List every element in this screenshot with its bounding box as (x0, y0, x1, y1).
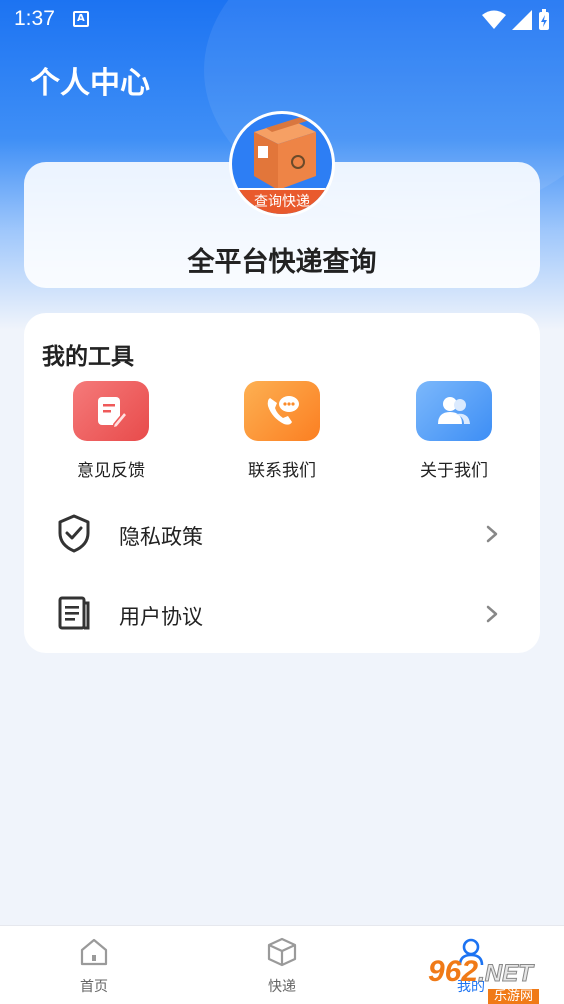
battery-icon (539, 9, 549, 30)
tools-card: 我的工具 意见反馈 联系我们 关于我们 隐私政策 用户协议 (24, 313, 540, 653)
feedback-label: 意见反馈 (77, 461, 145, 481)
notification-icon: A (72, 11, 89, 27)
tab-express[interactable]: 快递 (232, 936, 332, 996)
document-icon (58, 596, 90, 630)
page-title: 个人中心 (30, 66, 150, 101)
status-time: 1:37 (14, 7, 55, 30)
privacy-policy-label: 隐私政策 (119, 525, 203, 549)
phone-chat-icon (244, 381, 320, 441)
status-bar: 1:37 A (0, 0, 564, 38)
logo-banner-text: 查询快递 (232, 188, 332, 214)
app-logo: 查询快递 (229, 111, 335, 217)
chevron-right-icon (486, 525, 498, 543)
box-icon (267, 937, 297, 967)
shield-check-icon (58, 514, 90, 553)
signal-icon (512, 10, 532, 30)
watermark-brand: 962 (428, 955, 479, 988)
feedback-button[interactable]: 意见反馈 (51, 381, 171, 481)
contact-us-button[interactable]: 联系我们 (222, 381, 342, 481)
home-icon (80, 938, 108, 966)
watermark-suffix: .NET (478, 960, 534, 988)
chevron-right-icon (486, 605, 498, 623)
feedback-icon (73, 381, 149, 441)
tab-express-label: 快递 (268, 979, 296, 995)
tab-home[interactable]: 首页 (44, 936, 144, 996)
tools-section-title: 我的工具 (42, 344, 134, 370)
site-watermark: 962.NET 乐游网 (428, 955, 564, 1004)
watermark-caption: 乐游网 (488, 989, 540, 1004)
about-us-button[interactable]: 关于我们 (394, 381, 514, 481)
privacy-policy-row[interactable]: 隐私政策 (24, 493, 540, 573)
contact-us-label: 联系我们 (248, 461, 316, 481)
user-agreement-label: 用户协议 (119, 605, 203, 629)
app-name: 全平台快递查询 (187, 247, 377, 278)
people-icon (416, 381, 492, 441)
user-agreement-row[interactable]: 用户协议 (24, 573, 540, 653)
about-us-label: 关于我们 (420, 461, 488, 481)
package-box-icon (254, 116, 316, 190)
wifi-icon (482, 10, 506, 29)
tab-home-label: 首页 (80, 979, 108, 995)
